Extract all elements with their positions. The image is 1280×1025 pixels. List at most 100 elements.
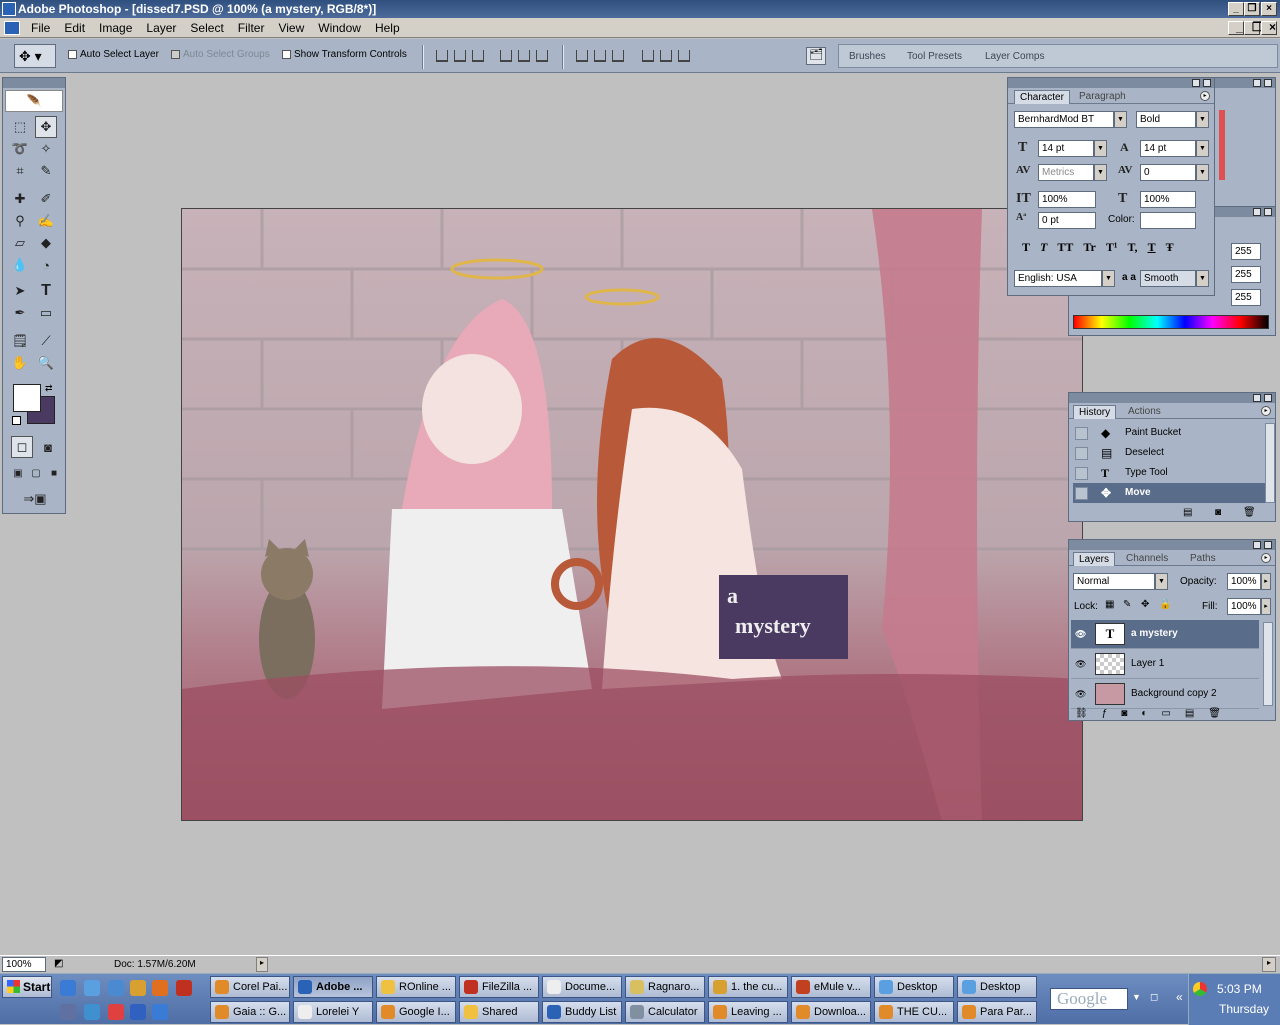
superscript-button[interactable]: T¹	[1106, 240, 1118, 255]
new-snapshot-icon[interactable]: ◙	[1215, 507, 1221, 518]
font-family-dropdown[interactable]: ▼	[1114, 111, 1127, 128]
text-layer-box[interactable]: a mystery	[719, 575, 848, 659]
opacity-slider-button[interactable]: ▸	[1261, 573, 1271, 590]
show-hidden-icons-icon[interactable]: «	[1176, 990, 1183, 1004]
horizontal-scale-field[interactable]: 100%	[1140, 191, 1196, 208]
minimize-button[interactable]: _	[1228, 2, 1244, 16]
panel-menu-icon[interactable]: ▸	[1261, 553, 1271, 563]
zoom-field[interactable]: 100%	[2, 957, 46, 972]
quicklaunch-icon[interactable]	[84, 1004, 100, 1020]
leading-dropdown[interactable]: ▼	[1196, 140, 1209, 157]
taskbar-button[interactable]: Calculator	[625, 1001, 705, 1023]
layer-row[interactable]: 👁 Layer 1	[1071, 650, 1259, 679]
photoshop-app-icon[interactable]	[2, 2, 16, 16]
antialias-field[interactable]: Smooth	[1140, 270, 1196, 287]
taskbar-button[interactable]: Corel Pai...	[210, 976, 290, 998]
lock-transparency-icon[interactable]: ▦	[1105, 599, 1114, 610]
baseline-shift-field[interactable]: 0 pt	[1038, 212, 1096, 229]
menu-image[interactable]: Image	[92, 21, 139, 35]
layers-scrollbar[interactable]	[1263, 622, 1273, 706]
swap-colors-icon[interactable]: ⇄	[45, 383, 53, 394]
history-state[interactable]: ▤ Deselect	[1073, 443, 1265, 463]
layer-row-selected[interactable]: 👁 T a mystery	[1071, 620, 1259, 649]
taskbar-button[interactable]: FileZilla ...	[459, 976, 539, 998]
align-right-icon[interactable]	[536, 50, 548, 62]
strikethrough-button[interactable]: Ŧ	[1166, 240, 1174, 255]
font-style-field[interactable]: Bold	[1136, 111, 1196, 128]
small-caps-button[interactable]: Tr	[1083, 240, 1095, 255]
distribute-vcenter-icon[interactable]	[594, 50, 606, 62]
quicklaunch-icon[interactable]	[108, 1004, 124, 1020]
antialias-dropdown[interactable]: ▼	[1196, 270, 1209, 287]
font-family-field[interactable]: BernhardMod BT	[1014, 111, 1114, 128]
marquee-tool-icon[interactable]: ⬚	[9, 116, 31, 138]
menu-file[interactable]: File	[24, 21, 57, 35]
taskbar-button[interactable]: Desktop	[874, 976, 954, 998]
menu-edit[interactable]: Edit	[57, 21, 92, 35]
standard-mode-icon[interactable]: ◻	[11, 436, 33, 458]
explorer-icon[interactable]	[108, 980, 124, 996]
color-r-field[interactable]: 255	[1231, 243, 1261, 260]
taskbar-button[interactable]: eMule v...	[791, 976, 871, 998]
file-browser-icon[interactable]: 🗂	[806, 47, 826, 65]
opacity-field[interactable]: 100%	[1227, 573, 1261, 590]
taskbar-button[interactable]: Gaia :: G...	[210, 1001, 290, 1023]
distribute-left-icon[interactable]	[642, 50, 654, 62]
distribute-right-icon[interactable]	[678, 50, 690, 62]
feather-logo-icon[interactable]: 🪶	[5, 90, 63, 112]
taskbar-button[interactable]: Google I...	[376, 1001, 456, 1023]
delete-layer-icon[interactable]: 🗑	[1208, 708, 1221, 719]
messenger-icon[interactable]	[152, 1004, 168, 1020]
tab-layers[interactable]: Layers	[1073, 552, 1116, 566]
color-b-field[interactable]: 255	[1231, 289, 1261, 306]
foreground-color-swatch[interactable]	[13, 384, 41, 412]
document-icon[interactable]	[4, 20, 20, 35]
lock-position-icon[interactable]: ✥	[1141, 599, 1149, 610]
blend-mode-dropdown[interactable]: ▼	[1155, 573, 1168, 590]
media-player-icon[interactable]	[130, 1004, 146, 1020]
blend-mode-field[interactable]: Normal	[1073, 573, 1155, 590]
panel-menu-icon[interactable]: ▸	[1200, 91, 1210, 101]
tab-channels[interactable]: Channels	[1121, 552, 1173, 566]
zoom-tool-icon[interactable]: 🔍	[35, 352, 57, 374]
tracking-dropdown[interactable]: ▼	[1196, 164, 1209, 181]
color-g-field[interactable]: 255	[1231, 266, 1261, 283]
kerning-dropdown[interactable]: ▼	[1094, 164, 1107, 181]
well-tab-layer-comps[interactable]: Layer Comps	[985, 51, 1044, 62]
doc-close-button[interactable]: ×	[1261, 21, 1277, 35]
tool-preset-picker[interactable]: ✥ ▾	[14, 44, 56, 68]
screen-mode-full-icon[interactable]: ■	[43, 462, 65, 484]
menu-select[interactable]: Select	[183, 21, 230, 35]
visibility-eye-icon[interactable]: 👁	[1075, 629, 1086, 640]
tab-paths[interactable]: Paths	[1185, 552, 1221, 566]
status-arrow-icon[interactable]: ▸	[256, 957, 268, 972]
taskbar-button[interactable]: 1. the cu...	[708, 976, 788, 998]
adjustment-layer-icon[interactable]: ◐	[1141, 708, 1147, 719]
menu-help[interactable]: Help	[368, 21, 407, 35]
type-tool-icon[interactable]: T	[35, 280, 57, 302]
history-state[interactable]: T Type Tool	[1073, 463, 1265, 483]
taskbar-button-active[interactable]: Adobe ...	[293, 976, 373, 998]
well-tab-tool-presets[interactable]: Tool Presets	[907, 51, 962, 62]
menu-filter[interactable]: Filter	[231, 21, 272, 35]
align-left-icon[interactable]	[500, 50, 512, 62]
dodge-tool-icon[interactable]: ◔	[35, 254, 57, 276]
fill-slider-button[interactable]: ▸	[1261, 598, 1271, 615]
faux-italic-button[interactable]: T	[1040, 240, 1047, 255]
eyedropper-tool-icon[interactable]: ⟋	[35, 330, 57, 352]
history-state[interactable]: ◆ Paint Bucket	[1073, 423, 1265, 443]
font-style-dropdown[interactable]: ▼	[1196, 111, 1209, 128]
font-size-dropdown[interactable]: ▼	[1094, 140, 1107, 157]
tab-paragraph[interactable]: Paragraph	[1074, 90, 1131, 104]
taskbar-button[interactable]: THE CU...	[874, 1001, 954, 1023]
shape-tool-icon[interactable]: ▭	[35, 302, 57, 324]
menu-window[interactable]: Window	[311, 21, 368, 35]
doc-restore-button[interactable]: ❐	[1244, 21, 1263, 35]
lock-pixels-icon[interactable]: ✎	[1123, 599, 1131, 610]
tracking-field[interactable]: 0	[1140, 164, 1196, 181]
language-field[interactable]: English: USA	[1014, 270, 1102, 287]
all-caps-button[interactable]: TT	[1057, 240, 1073, 255]
taskbar-button[interactable]: Lorelei Y	[293, 1001, 373, 1023]
taskbar-button[interactable]: Buddy List	[542, 1001, 622, 1023]
magic-wand-tool-icon[interactable]: ✧	[35, 138, 57, 160]
